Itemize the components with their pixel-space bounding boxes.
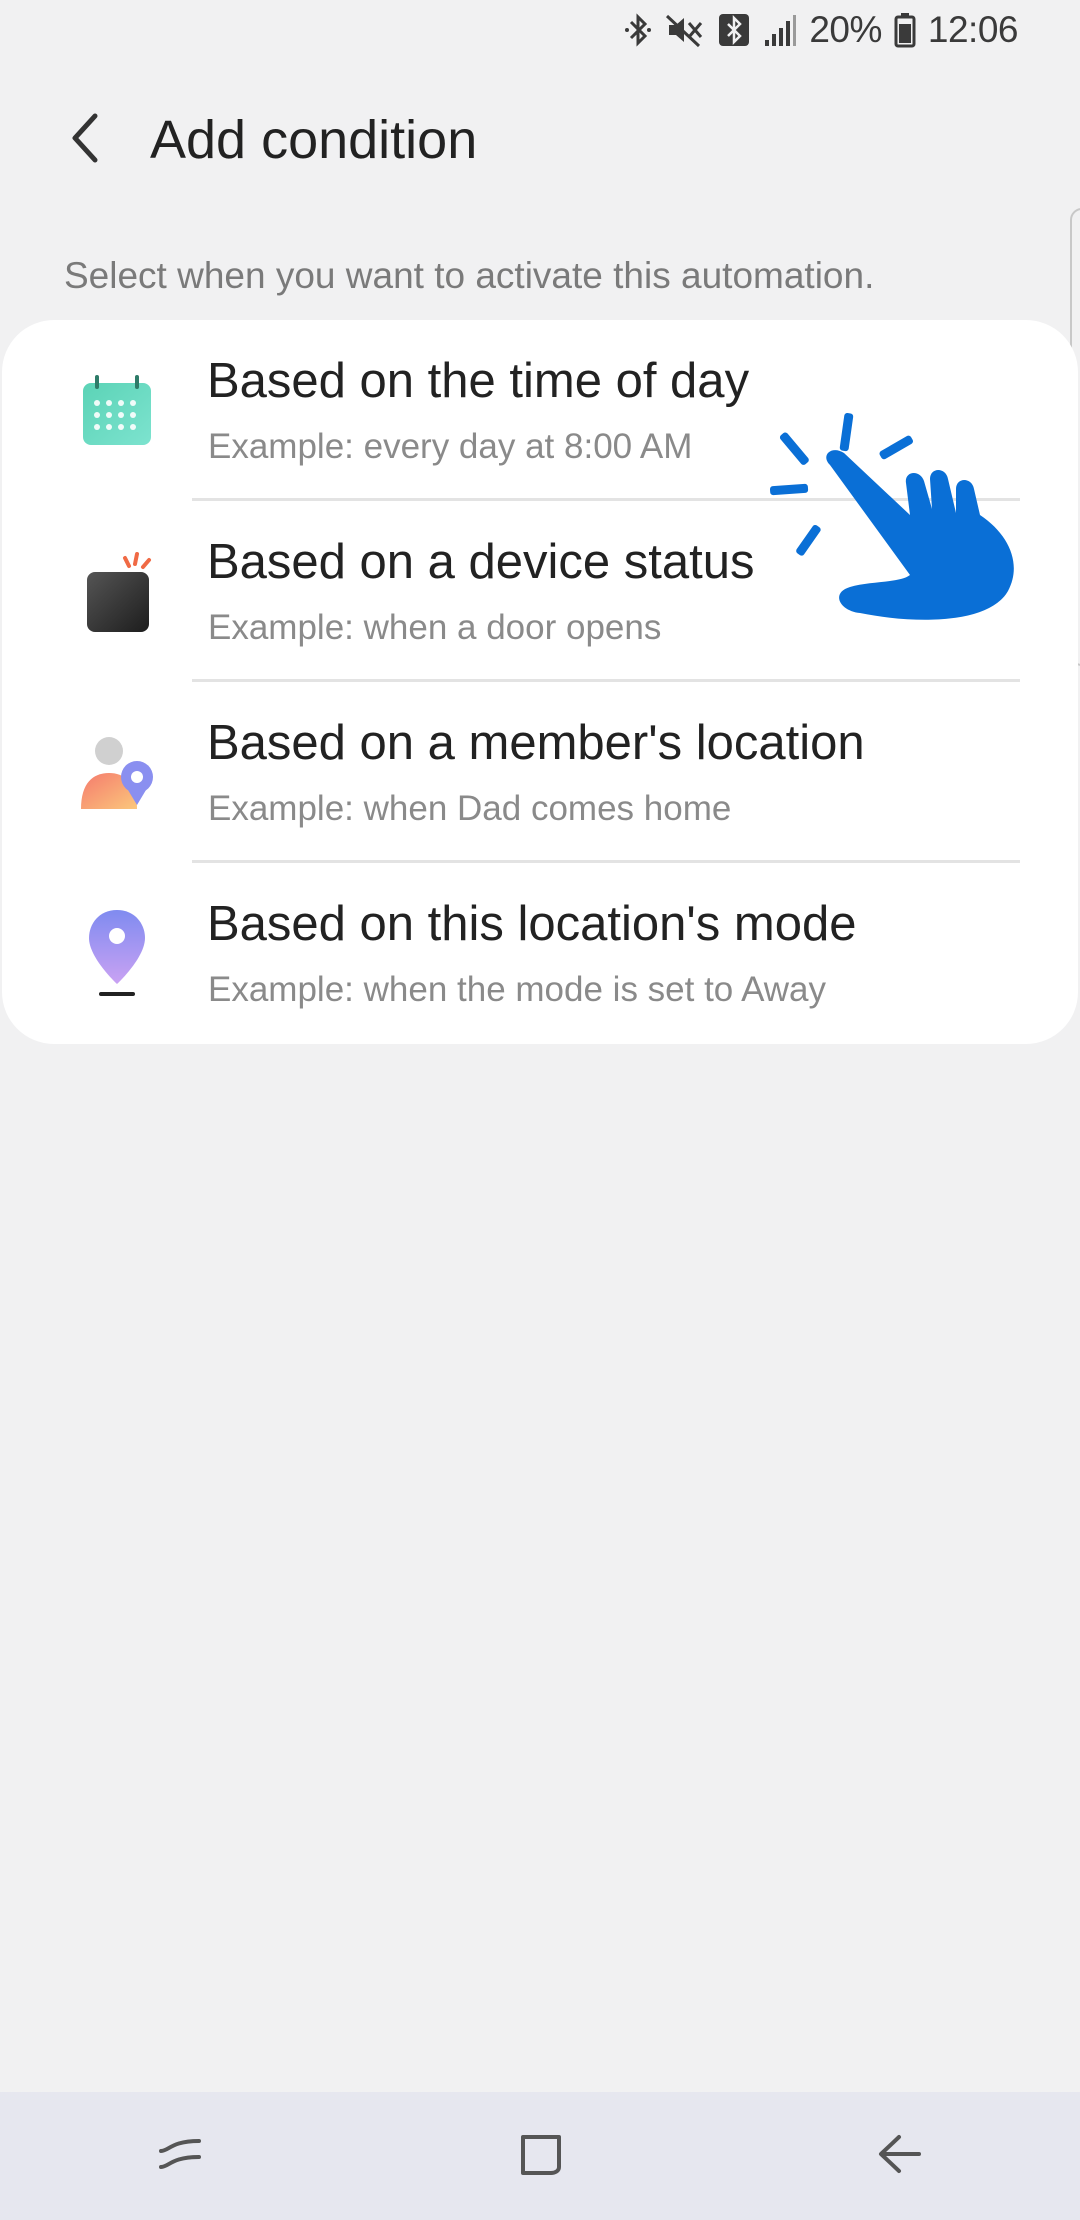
condition-title: Based on a device status [207,535,755,589]
home-icon [515,2129,565,2184]
back-icon [875,2129,925,2184]
battery-percent: 20% [809,9,882,50]
calendar-icon [77,371,157,451]
status-bar: 20% 12:06 [0,0,1080,60]
condition-title: Based on the time of day [207,354,750,408]
mute-icon [665,12,705,48]
back-arrow-icon [65,110,105,171]
recents-icon [155,2129,205,2184]
condition-location-mode[interactable]: Based on this location's mode Example: w… [2,863,1078,1044]
back-nav-button[interactable] [840,2101,960,2211]
bluetooth-icon [623,12,653,48]
recents-button[interactable] [120,2101,240,2211]
condition-list: Based on the time of day Example: every … [2,320,1078,1044]
condition-title: Based on a member's location [207,716,865,770]
clock: 12:06 [927,9,1019,50]
back-button[interactable] [40,95,130,185]
condition-subtitle: Example: when the mode is set to Away [208,970,827,1009]
app-bar: Add condition [0,95,1080,185]
device-status-icon [77,551,157,632]
status-icons: 20% 12:06 [623,9,1019,51]
condition-member-location[interactable]: Based on a member's location Example: wh… [2,682,1078,863]
signal-icon [763,12,797,48]
bluetooth-box-icon [717,12,751,48]
battery-icon [894,12,916,48]
page-title: Add condition [150,110,478,170]
condition-subtitle: Example: when Dad comes home [208,789,732,828]
member-location-icon [77,733,157,813]
condition-subtitle: Example: when a door opens [208,608,662,647]
condition-time-of-day[interactable]: Based on the time of day Example: every … [2,320,1078,501]
screen: 20% 12:06 Add condition Select when you … [0,0,1080,2220]
navigation-bar [0,2092,1080,2220]
location-mode-icon [77,909,157,996]
home-button[interactable] [480,2101,600,2211]
condition-title: Based on this location's mode [207,897,857,951]
condition-subtitle: Example: every day at 8:00 AM [208,427,693,466]
description-text: Select when you want to activate this au… [64,255,875,296]
condition-device-status[interactable]: Based on a device status Example: when a… [2,501,1078,682]
